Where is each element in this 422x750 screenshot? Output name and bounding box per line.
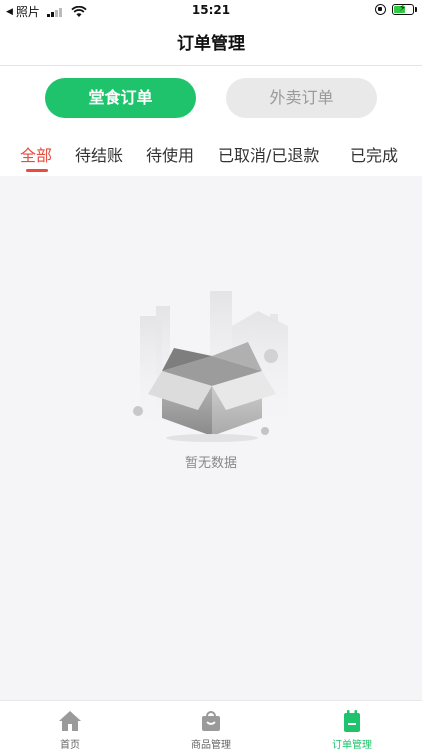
- shopping-bag-icon: [202, 711, 220, 731]
- tab-all[interactable]: 全部: [20, 142, 52, 166]
- order-list-area[interactable]: 暂无数据: [0, 176, 422, 700]
- status-right: ⚡: [375, 3, 417, 15]
- filter-tabs: 全部 待结账 待使用 已取消/已退款 已完成: [0, 138, 422, 176]
- empty-state-text: 暂无数据: [184, 456, 237, 471]
- takeout-orders-button[interactable]: 外卖订单: [226, 78, 377, 118]
- battery-icon: ⚡: [392, 3, 417, 15]
- clipboard-icon: [344, 710, 360, 732]
- home-icon: [59, 711, 81, 731]
- tab-completed[interactable]: 已完成: [350, 142, 398, 166]
- tab-cancelled-refunded[interactable]: 已取消/已退款: [218, 142, 319, 166]
- nav-bar: 订单管理: [0, 22, 422, 66]
- tabbar-home[interactable]: 首页: [0, 701, 140, 750]
- empty-box-icon: [133, 291, 288, 442]
- rotation-lock-icon: [375, 4, 386, 15]
- bottom-tab-bar: 首页 商品管理 订单管理: [0, 700, 422, 750]
- status-time: 15:21: [191, 3, 231, 17]
- status-bar: ◀ 照片 15:21 ⚡: [0, 0, 422, 22]
- order-type-segment: 堂食订单 外卖订单: [0, 66, 422, 130]
- tab-pending-payment[interactable]: 待结账: [75, 142, 123, 166]
- tab-pending-use[interactable]: 待使用: [146, 142, 194, 166]
- tabbar-products[interactable]: 商品管理: [141, 701, 281, 750]
- tabbar-orders-label: 订单管理: [332, 740, 372, 750]
- dine-in-orders-button[interactable]: 堂食订单: [45, 78, 196, 118]
- active-tab-indicator: [26, 169, 48, 172]
- tabbar-home-label: 首页: [60, 740, 80, 750]
- page-title: 订单管理: [177, 34, 245, 54]
- tabbar-products-label: 商品管理: [191, 740, 231, 750]
- tabbar-orders[interactable]: 订单管理: [282, 701, 422, 750]
